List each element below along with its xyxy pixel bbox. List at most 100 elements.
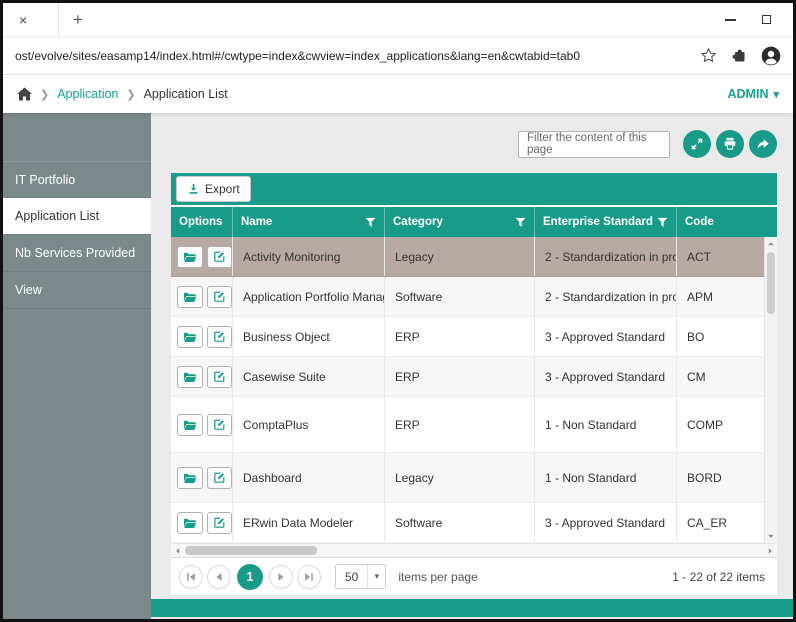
scroll-up-icon[interactable] <box>765 238 777 250</box>
column-header-category[interactable]: Category <box>385 207 535 237</box>
vertical-scrollbar[interactable] <box>764 237 777 543</box>
folder-open-icon <box>183 371 197 383</box>
table-row[interactable]: ERwin Data Modeler Software 3 - Approved… <box>171 503 764 543</box>
open-folder-button[interactable] <box>177 467 203 489</box>
open-folder-button[interactable] <box>177 286 203 308</box>
filter-funnel-icon[interactable] <box>365 217 376 228</box>
table-row[interactable]: Activity Monitoring Legacy 2 - Standardi… <box>171 237 764 277</box>
breadcrumb-link-application[interactable]: Application <box>57 87 118 101</box>
admin-user-menu[interactable]: ADMIN ▾ <box>728 87 780 101</box>
column-header-code[interactable]: Code <box>677 207 777 237</box>
sidebar-item-view[interactable]: View <box>3 272 151 309</box>
horizontal-scroll-thumb[interactable] <box>185 546 317 555</box>
next-page-icon <box>275 571 287 583</box>
open-folder-button[interactable] <box>177 512 203 534</box>
sidebar-item-application-list[interactable]: Application List <box>3 198 151 235</box>
column-header-name[interactable]: Name <box>233 207 385 237</box>
pager-current-page[interactable]: 1 <box>237 564 263 590</box>
new-tab-button[interactable]: + <box>73 10 83 30</box>
column-label: Options <box>179 216 222 228</box>
code-cell: APM <box>677 277 764 316</box>
horizontal-scrollbar[interactable] <box>171 543 777 557</box>
pager-previous-button[interactable] <box>207 565 231 589</box>
print-button[interactable] <box>716 130 744 158</box>
filter-funnel-icon[interactable] <box>657 217 668 228</box>
table-row[interactable]: ComptaPlus ERP 1 - Non Standard COMP <box>171 397 764 453</box>
profile-avatar-icon[interactable] <box>761 46 781 66</box>
chevron-down-icon: ▾ <box>367 565 385 588</box>
edit-button[interactable] <box>207 467 233 489</box>
main-area: IT Portfolio Application List Nb Service… <box>3 113 793 619</box>
open-folder-button[interactable] <box>177 366 203 388</box>
table-row[interactable]: Application Portfolio Manager Software 2… <box>171 277 764 317</box>
category-cell: Software <box>385 503 535 542</box>
folder-open-icon <box>183 419 197 431</box>
filter-funnel-icon[interactable] <box>515 217 526 228</box>
chevron-down-icon: ▾ <box>773 88 779 101</box>
options-cell <box>171 397 233 452</box>
edit-button[interactable] <box>207 286 233 308</box>
name-cell: ERwin Data Modeler <box>233 503 385 542</box>
address-bar-icons <box>700 46 781 66</box>
url-input[interactable]: ost/evolve/sites/easamp14/index.html#/cw… <box>15 49 580 63</box>
edit-button[interactable] <box>207 246 233 268</box>
category-cell: ERP <box>385 357 535 396</box>
pager-first-button[interactable] <box>179 565 203 589</box>
open-folder-button[interactable] <box>177 246 203 268</box>
minimize-icon[interactable] <box>725 19 736 21</box>
column-label: Name <box>241 216 272 228</box>
vertical-scroll-thumb[interactable] <box>767 252 775 314</box>
sidebar-item-it-portfolio[interactable]: IT Portfolio <box>3 161 151 198</box>
edit-pencil-icon <box>213 471 226 484</box>
open-folder-button[interactable] <box>177 414 203 436</box>
scroll-right-icon[interactable] <box>764 544 776 557</box>
name-cell: Dashboard <box>233 453 385 502</box>
grid-toolbar: Export <box>171 173 777 207</box>
browser-tab[interactable]: × <box>11 3 59 36</box>
pager-last-button[interactable] <box>297 565 321 589</box>
printer-icon <box>723 137 737 151</box>
category-cell: Legacy <box>385 453 535 502</box>
scroll-down-icon[interactable] <box>765 530 777 542</box>
fullscreen-button[interactable] <box>683 130 711 158</box>
column-header-enterprise-standard[interactable]: Enterprise Standard <box>535 207 677 237</box>
expand-arrows-icon <box>690 137 704 151</box>
scroll-left-icon[interactable] <box>172 544 184 557</box>
pager-next-button[interactable] <box>269 565 293 589</box>
tab-close-icon[interactable]: × <box>19 12 27 28</box>
page-size-dropdown[interactable]: 50 ▾ <box>335 564 386 589</box>
page-filter-input[interactable]: Filter the content of this page <box>518 131 670 158</box>
edit-pencil-icon <box>213 330 226 343</box>
first-page-icon <box>185 571 197 583</box>
edit-button[interactable] <box>207 414 233 436</box>
forward-arrow-icon <box>756 137 770 151</box>
bookmark-star-icon[interactable] <box>700 47 717 64</box>
column-label: Category <box>393 216 443 228</box>
code-cell: BO <box>677 317 764 356</box>
edit-button[interactable] <box>207 512 233 534</box>
open-folder-button[interactable] <box>177 326 203 348</box>
table-row[interactable]: Casewise Suite ERP 3 - Approved Standard… <box>171 357 764 397</box>
export-button[interactable]: Export <box>176 176 251 202</box>
code-cell: COMP <box>677 397 764 452</box>
sidebar-item-nb-services-provided[interactable]: Nb Services Provided <box>3 235 151 272</box>
edit-button[interactable] <box>207 366 233 388</box>
page-actions-bar: Filter the content of this page <box>171 127 777 161</box>
name-cell: Casewise Suite <box>233 357 385 396</box>
window-controls <box>725 15 793 24</box>
table-row[interactable]: Business Object ERP 3 - Approved Standar… <box>171 317 764 357</box>
restore-icon[interactable] <box>762 15 771 24</box>
extensions-puzzle-icon[interactable] <box>731 48 747 64</box>
column-header-options[interactable]: Options <box>171 207 233 237</box>
edit-button[interactable] <box>207 326 233 348</box>
home-icon[interactable] <box>17 87 32 101</box>
table-row[interactable]: Dashboard Legacy 1 - Non Standard BORD <box>171 453 764 503</box>
tab-bar: × + <box>3 3 793 37</box>
share-button[interactable] <box>749 130 777 158</box>
standard-cell: 3 - Approved Standard <box>535 503 677 542</box>
export-label: Export <box>205 182 240 196</box>
standard-cell: 1 - Non Standard <box>535 397 677 452</box>
grid-header-row: Options Name Category <box>171 207 777 237</box>
code-cell: ACT <box>677 237 764 276</box>
folder-open-icon <box>183 291 197 303</box>
